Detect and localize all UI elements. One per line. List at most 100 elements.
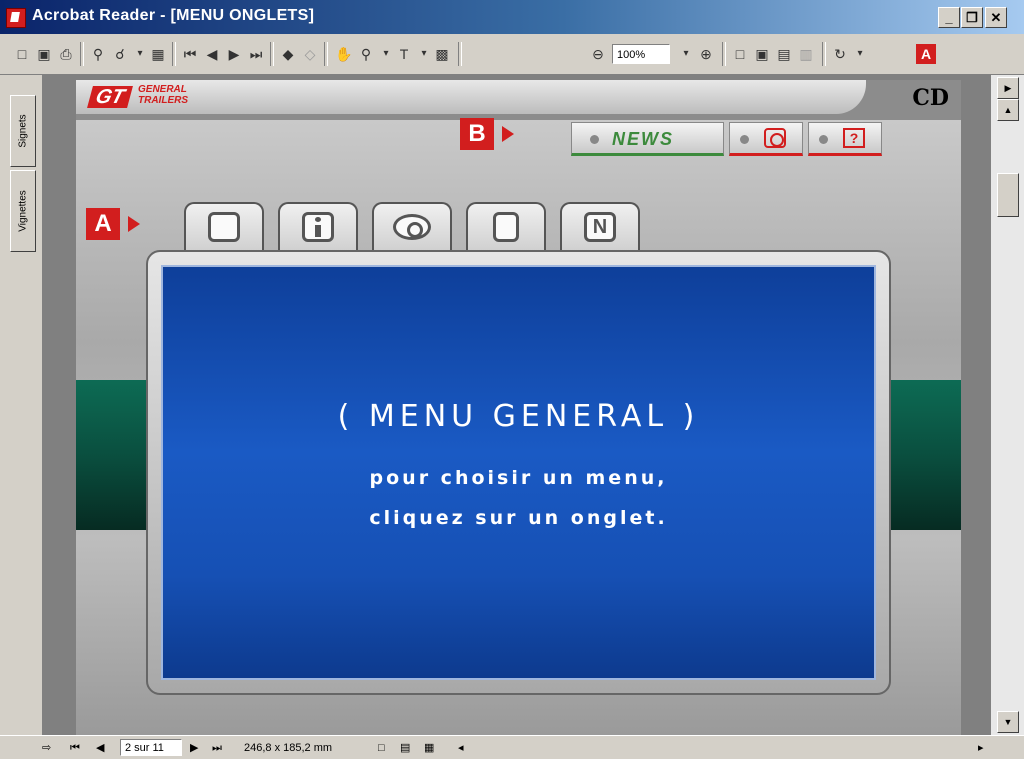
cd-bullet-icon [740, 135, 749, 144]
page-number-field[interactable]: 2 sur 11 [120, 739, 182, 756]
status-previous-page-icon[interactable]: ◀ [96, 740, 104, 756]
find-icon[interactable]: ⚲ [88, 44, 108, 64]
minimize-button[interactable]: _ [938, 7, 960, 28]
vertical-scrollbar[interactable]: ▶ ▲ ▼ [991, 75, 1024, 735]
toolbar-separator [324, 42, 328, 66]
zoom-field[interactable]: 100% [612, 44, 670, 64]
tab-thumbnails[interactable]: Vignettes [10, 170, 36, 252]
tab-bookmarks-label: Signets [17, 114, 29, 148]
info-icon [302, 212, 334, 242]
page-nav-toggle-icon[interactable]: ⇨ [42, 740, 51, 756]
horizontal-scroll-right-icon[interactable]: ▸ [978, 740, 984, 756]
save-icon[interactable]: ▣ [34, 44, 54, 64]
acrobat-app-icon [6, 8, 26, 28]
show-hide-navigation-icon[interactable]: ▦ [148, 44, 168, 64]
snapshot-icon[interactable]: ▩ [432, 44, 452, 64]
navigation-pane: Signets Vignettes [0, 75, 43, 735]
horizontal-scrollbar-icon[interactable]: ◂ [458, 740, 464, 756]
zoom-tool-icon[interactable]: ⚲ [356, 44, 376, 64]
previous-page-icon[interactable]: ◀ [202, 44, 222, 64]
box-icon [208, 212, 240, 242]
scroll-down-icon[interactable]: ▼ [997, 711, 1019, 733]
help-button[interactable]: ? [808, 122, 882, 156]
marker-b: B [460, 118, 494, 150]
facing-pages-icon[interactable]: ▦ [424, 740, 434, 756]
continuous-icon[interactable]: ▤ [400, 740, 410, 756]
news-label: NEWS [612, 129, 674, 149]
rotate-icon[interactable]: ↻ [830, 44, 850, 64]
last-page-icon[interactable]: ⏭ [246, 44, 266, 64]
rotate-dropdown-icon[interactable]: ▾ [850, 44, 870, 64]
toolbar-separator [458, 42, 462, 66]
tab-bookmarks[interactable]: Signets [10, 95, 36, 167]
status-last-page-icon[interactable]: ⏭ [212, 740, 222, 756]
status-next-page-icon[interactable]: ▶ [190, 740, 198, 756]
text-select-icon[interactable]: T [394, 44, 414, 64]
go-back-icon[interactable]: ◆ [278, 44, 298, 64]
single-page-icon[interactable]: □ [378, 740, 385, 756]
fit-page-icon[interactable]: ▣ [752, 44, 772, 64]
restore-button[interactable]: ❐ [961, 7, 983, 28]
n-letter-icon: N [584, 212, 616, 242]
open-icon[interactable]: □ [12, 44, 32, 64]
eye-icon [393, 214, 431, 240]
marker-b-arrow-icon [502, 126, 514, 142]
menu-instruction-line-1: pour choisir un menu, [369, 467, 668, 489]
status-first-page-icon[interactable]: ⏮ [70, 740, 80, 756]
info-stem-icon [315, 225, 321, 237]
menu-instruction-line-2: cliquez sur un onglet. [369, 507, 668, 529]
info-dot-icon [315, 217, 321, 222]
gt-presentation-page: GT GENERAL TRAILERS CD B NEWS ? A N (ME… [76, 80, 961, 735]
fit-visible-icon[interactable]: ▥ [796, 44, 816, 64]
search-icon[interactable]: ☌ [110, 44, 130, 64]
acrobat-logo-icon[interactable]: A [916, 44, 936, 64]
hand-tool-icon[interactable]: ✋ [334, 44, 354, 64]
scroll-right-arrow-icon[interactable]: ▶ [997, 77, 1019, 99]
go-forward-icon[interactable]: ◇ [300, 44, 320, 64]
zoom-in-icon[interactable]: ⊕ [696, 44, 716, 64]
toolbar-separator [822, 42, 826, 66]
disc-icon [764, 128, 786, 148]
first-page-icon[interactable]: ⏮ [180, 44, 200, 64]
zoom-tool-dropdown-icon[interactable]: ▾ [376, 44, 396, 64]
zoom-out-icon[interactable]: ⊖ [588, 44, 608, 64]
scroll-up-icon[interactable]: ▲ [997, 99, 1019, 121]
toolbar-separator [172, 42, 176, 66]
marker-a-arrow-icon [128, 216, 140, 232]
cd-label: CD [912, 85, 949, 111]
tab-general[interactable] [184, 202, 264, 252]
gt-logo-subtitle: GENERAL TRAILERS [138, 84, 188, 106]
toolbar-separator [722, 42, 726, 66]
title-bar: Acrobat Reader - [MENU ONGLETS] _ ❐ ✕ [0, 0, 1024, 34]
toolbar: □ ▣ ⎙ ⚲ ☌ ▾ ▦ ⏮ ◀ ▶ ⏭ ◆ ◇ ✋ ⚲ ▾ T ▾ ▩ ⊖ … [0, 34, 1024, 75]
fit-width-icon[interactable]: ▤ [774, 44, 794, 64]
tab-info[interactable] [278, 202, 358, 252]
scroll-thumb[interactable] [997, 173, 1019, 217]
search-dropdown-icon[interactable]: ▾ [130, 44, 150, 64]
zoom-dropdown-icon[interactable]: ▾ [676, 44, 696, 64]
toolbar-separator [270, 42, 274, 66]
news-button[interactable]: NEWS [571, 122, 724, 156]
menu-tabs: N [184, 202, 664, 252]
print-icon[interactable]: ⎙ [56, 44, 76, 64]
tab-thumbnails-label: Vignettes [17, 190, 29, 232]
news-bullet-icon [590, 135, 599, 144]
tab-news[interactable]: N [560, 202, 640, 252]
gt-logo: GT [87, 86, 133, 108]
page-size: 246,8 x 185,2 mm [244, 742, 333, 754]
close-button[interactable]: ✕ [985, 7, 1007, 28]
tab-view[interactable] [372, 202, 452, 252]
menu-screen: ( MENU GENERAL ) pour choisir un menu, c… [161, 265, 876, 680]
actual-size-icon[interactable]: □ [730, 44, 750, 64]
document-view: GT GENERAL TRAILERS CD B NEWS ? A N (ME… [43, 75, 991, 735]
help-icon: ? [843, 128, 865, 148]
marker-a: A [86, 208, 120, 240]
status-bar: ⇨ ⏮ ◀ 2 sur 11 ▶ ⏭ 246,8 x 185,2 mm □ ▤ … [0, 735, 1024, 759]
menu-title: ( MENU GENERAL ) [337, 399, 700, 434]
eye-pupil-icon [407, 222, 423, 238]
tab-document[interactable] [466, 202, 546, 252]
text-select-dropdown-icon[interactable]: ▾ [414, 44, 434, 64]
cd-button[interactable] [729, 122, 803, 156]
next-page-icon[interactable]: ▶ [224, 44, 244, 64]
window-title: Acrobat Reader - [MENU ONGLETS] [32, 7, 315, 24]
